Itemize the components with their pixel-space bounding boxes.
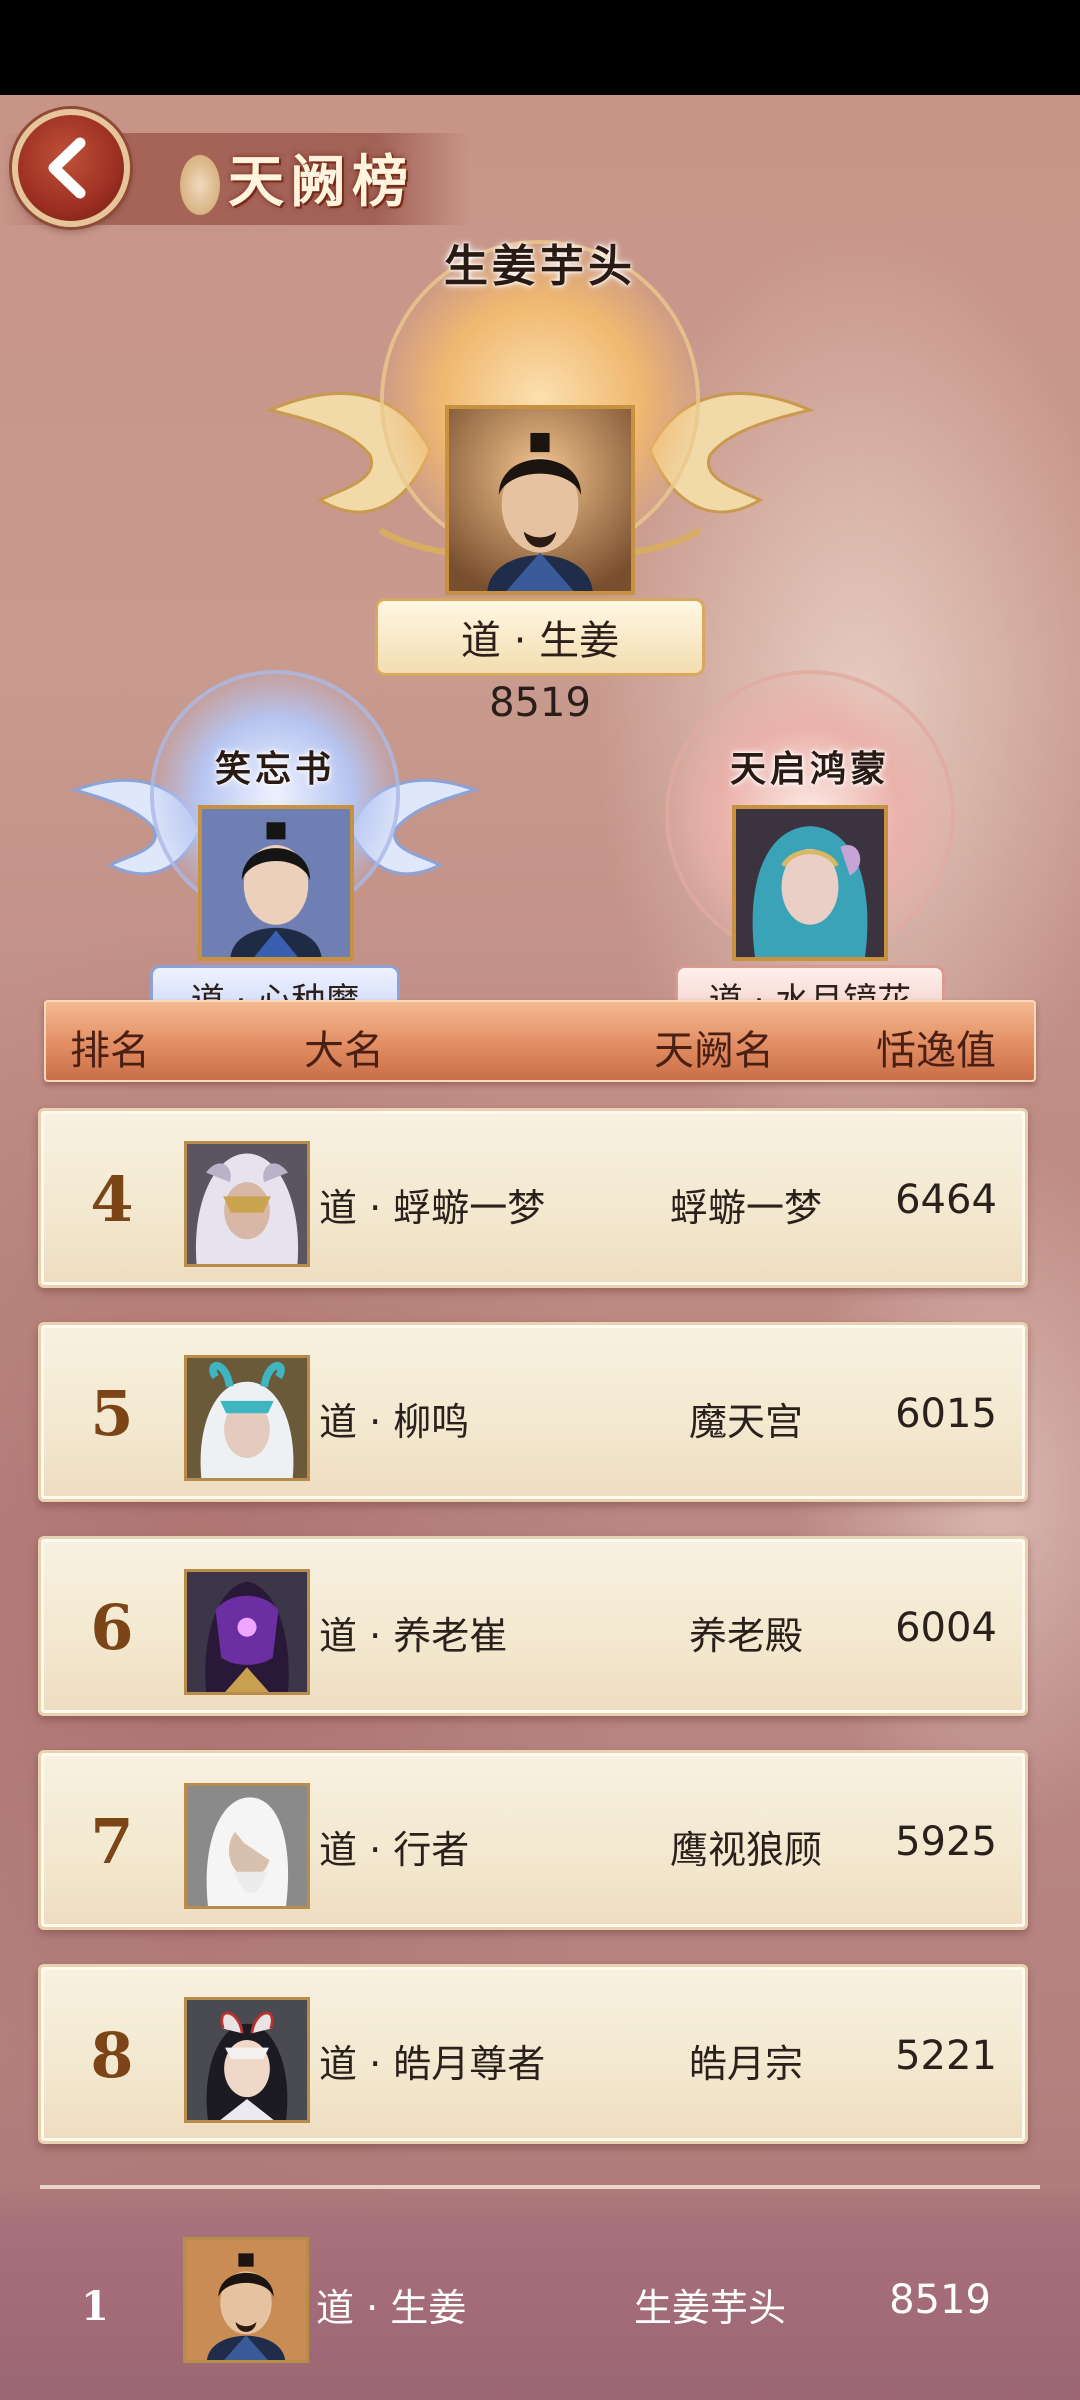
avatar [202, 809, 350, 957]
row-guild-name: 魔天宫 [688, 1400, 803, 1444]
row-value: 5221 [895, 2033, 997, 2079]
ranking-row[interactable]: 8 道 · 皓月尊者 皓月宗 5221 [38, 1964, 1028, 2144]
second-nickname: 笑忘书 [214, 748, 335, 790]
avatar [184, 1141, 310, 1267]
ranking-row[interactable]: 5 道 · 柳鸣 魔天宫 6015 [38, 1322, 1028, 1502]
my-player-name: 道 · 生姜 [316, 2286, 467, 2330]
divider [40, 2185, 1040, 2189]
ranking-row[interactable]: 4 道 · 蜉蝣一梦 蜉蝣一梦 6464 [38, 1108, 1028, 1288]
row-guild-name: 皓月宗 [688, 2042, 803, 2086]
column-rank: 排名 [70, 1028, 150, 1074]
column-guild: 天阙名 [654, 1028, 774, 1074]
row-rank: 7 [90, 1805, 134, 1878]
first-portrait [445, 405, 635, 595]
ranking-row[interactable]: 6 道 · 养老崔 养老殿 6004 [38, 1536, 1028, 1716]
avatar [449, 409, 631, 591]
row-rank: 6 [90, 1591, 134, 1664]
row-value: 6004 [895, 1605, 997, 1651]
row-value: 6015 [895, 1391, 997, 1437]
row-player-name: 道 · 蜉蝣一梦 [319, 1186, 546, 1230]
avatar [183, 2237, 309, 2363]
row-value: 6464 [895, 1177, 997, 1223]
avatar [184, 1783, 310, 1909]
avatar [184, 1569, 310, 1695]
row-guild-name: 鹰视狼顾 [669, 1828, 822, 1872]
ranking-table-header: 排名 大名 天阙名 恬逸值 [44, 1000, 1036, 1082]
row-guild-name: 蜉蝣一梦 [669, 1186, 822, 1230]
row-value: 5925 [895, 1819, 997, 1865]
my-ranking-bar: 1 道 · 生姜 生姜芋头 8519 [0, 2185, 1080, 2400]
row-player-name: 道 · 行者 [319, 1828, 470, 1872]
third-portrait [732, 805, 888, 961]
status-bar [0, 0, 1080, 95]
avatar [736, 809, 884, 957]
row-player-name: 道 · 柳鸣 [319, 1400, 470, 1444]
ranking-row[interactable]: 7 道 · 行者 鹰视狼顾 5925 [38, 1750, 1028, 1930]
my-value: 8519 [889, 2277, 991, 2323]
first-player-name: 道 · 生姜 [460, 618, 620, 664]
column-value: 恬逸值 [876, 1028, 996, 1074]
column-name: 大名 [304, 1028, 384, 1074]
ranking-screen: 天阙榜 生姜芋头 道 · 生姜 8519 笑忘书 天启鸿蒙 排名 大名 天阙名 … [0, 95, 1080, 2400]
row-rank: 5 [90, 1377, 134, 1450]
first-nickname: 生姜芋头 [444, 241, 636, 292]
chevron-left-icon [48, 137, 86, 199]
back-button[interactable] [12, 109, 130, 227]
row-rank: 4 [90, 1163, 134, 1236]
my-guild-name: 生姜芋头 [633, 2286, 786, 2330]
row-rank: 8 [90, 2019, 134, 2092]
row-player-name: 道 · 皓月尊者 [319, 2042, 546, 2086]
second-portrait [198, 805, 354, 961]
header-ornament [180, 155, 220, 215]
row-guild-name: 养老殿 [688, 1614, 803, 1658]
third-nickname: 天启鸿蒙 [729, 748, 890, 790]
row-player-name: 道 · 养老崔 [319, 1614, 508, 1658]
avatar [184, 1355, 310, 1481]
avatar [184, 1997, 310, 2123]
my-rank: 1 [81, 2283, 109, 2330]
